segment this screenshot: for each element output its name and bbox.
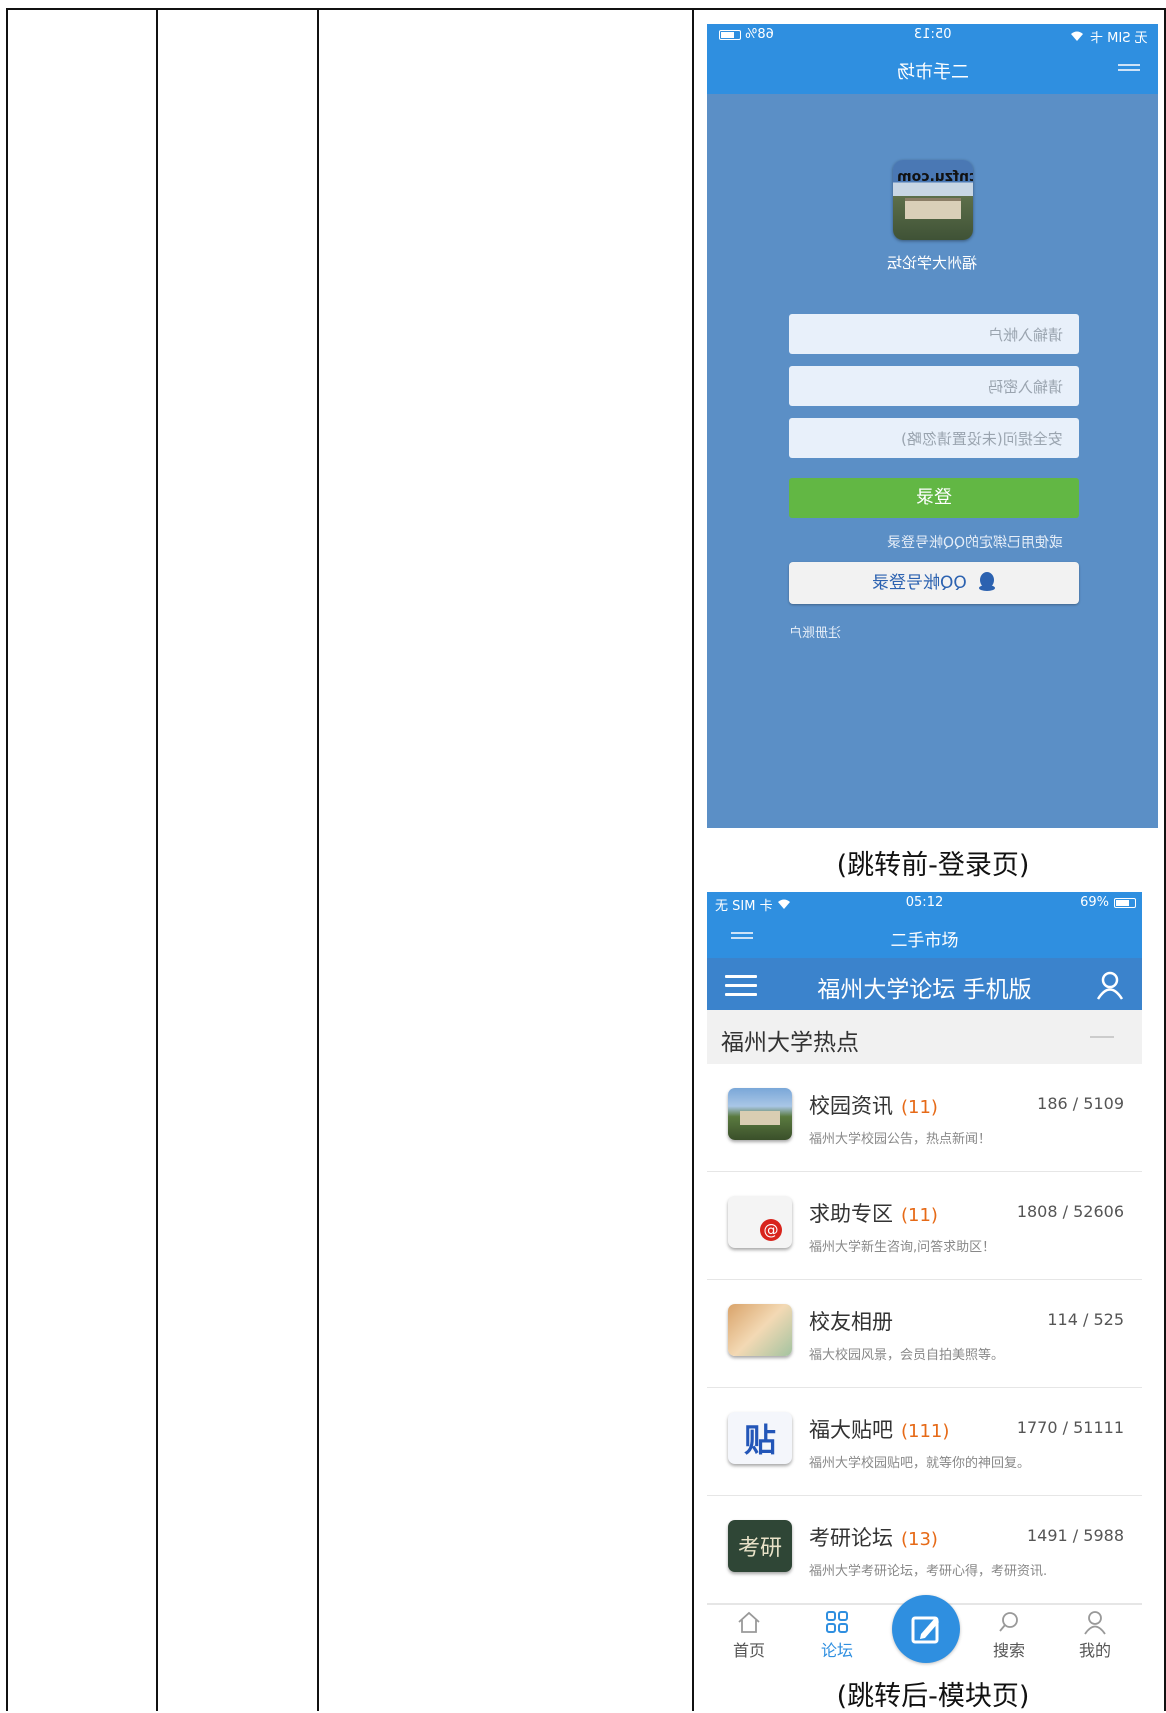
forum-stats: 114 / 525 bbox=[1047, 1310, 1124, 1329]
tieba-icon: 贴 bbox=[728, 1412, 792, 1464]
caption-before: (跳转前-登录页) bbox=[836, 850, 1030, 881]
forum-name: 校园资讯 bbox=[809, 1094, 893, 1118]
table-column-border bbox=[156, 10, 158, 1711]
forum-screenshot: 无 SIM 卡 05:12 69% 二手市场 福州大学论坛 手机版 福州大学热点… bbox=[707, 892, 1142, 1711]
battery-percent: 69% bbox=[1080, 895, 1109, 910]
caption-after: (跳转后-模块页) bbox=[836, 1681, 1030, 1712]
tab-home-label: 首页 bbox=[732, 1641, 765, 1660]
forum-name: 福大贴吧 bbox=[809, 1418, 893, 1442]
qq-hint-text: 或使用已绑定的QQ帐号登录 bbox=[886, 535, 1063, 551]
register-link[interactable]: 注册账户 bbox=[789, 622, 841, 641]
battery-icon bbox=[1114, 897, 1136, 908]
login-header: 二手市场 bbox=[707, 46, 1158, 94]
user-icon[interactable] bbox=[1096, 970, 1124, 1000]
qq-login-label: QQ帐号登录 bbox=[871, 573, 967, 593]
tab-home[interactable]: 首页 bbox=[719, 1609, 779, 1661]
security-placeholder: 安全提问(未设置请忽略) bbox=[901, 430, 1063, 448]
user-icon bbox=[1084, 1611, 1106, 1635]
username-input[interactable]: 请输入帐户 bbox=[789, 314, 1079, 354]
tab-forum[interactable]: 论坛 bbox=[807, 1609, 867, 1661]
forum-name: 校友相册 bbox=[809, 1310, 893, 1334]
qq-login-button[interactable]: QQ帐号登录 bbox=[789, 562, 1079, 604]
app-name: 福州大学论坛 bbox=[887, 254, 978, 272]
table-column-border bbox=[317, 10, 319, 1711]
login-button[interactable]: 登录 bbox=[789, 478, 1079, 518]
album-icon bbox=[728, 1304, 792, 1356]
status-bar: 无 SIM 卡 05:12 69% bbox=[707, 892, 1142, 914]
campus-news-icon bbox=[728, 1088, 792, 1140]
wifi-icon bbox=[1071, 31, 1084, 41]
login-button-label: 登录 bbox=[916, 487, 952, 508]
qq-penguin-icon bbox=[979, 572, 996, 591]
forum-item[interactable]: @ 求助专区 (11) 1808 / 52606 福州大学新生咨询,问答求助区！ bbox=[707, 1172, 1142, 1280]
table-top-border bbox=[6, 8, 1166, 10]
login-screenshot: 68% 05:13 无 SIM 卡 二手市场 福大 cnfzu.com 福州大学… bbox=[707, 24, 1158, 828]
forum-item[interactable]: 校园资讯 (11) 186 / 5109 福州大学校园公告，热点新闻！ bbox=[707, 1064, 1142, 1172]
nav-title: 福州大学论坛 手机版 bbox=[817, 977, 1032, 1003]
status-time: 05:13 bbox=[913, 27, 952, 42]
forum-stats: 1770 / 51111 bbox=[1016, 1418, 1124, 1437]
tab-me-label: 我的 bbox=[1078, 1641, 1111, 1660]
forum-description: 福大校园风景，会员自拍美照等。 bbox=[809, 1348, 1005, 1363]
help-icon: @ bbox=[728, 1196, 792, 1248]
tab-search-label: 搜索 bbox=[992, 1641, 1025, 1660]
status-bar: 68% 05:13 无 SIM 卡 bbox=[707, 24, 1158, 46]
forum-stats: 186 / 5109 bbox=[1037, 1094, 1124, 1113]
forum-description: 福州大学校园公告，热点新闻！ bbox=[809, 1132, 992, 1147]
menu-icon[interactable] bbox=[1118, 64, 1140, 76]
forum-item[interactable]: 考研 考研论坛 (13) 1491 / 5988 福州大学考研论坛，考研心得，考研… bbox=[707, 1496, 1142, 1604]
password-placeholder: 请输入密码 bbox=[987, 378, 1063, 396]
table-column-border bbox=[692, 10, 694, 1711]
password-input[interactable]: 请输入密码 bbox=[789, 366, 1079, 406]
section-header[interactable]: 福州大学热点 bbox=[707, 1010, 1142, 1064]
tab-me[interactable]: 我的 bbox=[1065, 1609, 1125, 1661]
search-icon bbox=[999, 1612, 1018, 1632]
forum-description: 福州大学新生咨询,问答求助区！ bbox=[809, 1240, 996, 1255]
forum-name: 考研论坛 bbox=[809, 1526, 893, 1550]
forum-description: 福州大学校园贴吧，就等你的神回复。 bbox=[809, 1456, 1031, 1471]
security-question-input[interactable]: 安全提问(未设置请忽略) bbox=[789, 418, 1079, 458]
forum-description: 福州大学考研论坛，考研心得，考研资讯. bbox=[809, 1564, 1048, 1579]
forum-stats: 1491 / 5988 bbox=[1027, 1526, 1124, 1545]
carrier-label: 无 SIM 卡 bbox=[1090, 31, 1148, 46]
edit-icon bbox=[911, 1616, 939, 1644]
forum-new-count: (11) bbox=[901, 1205, 938, 1226]
forum-new-count: (111) bbox=[901, 1421, 950, 1442]
forum-item[interactable]: 贴 福大贴吧 (111) 1770 / 51111 福州大学校园贴吧，就等你的神回… bbox=[707, 1388, 1142, 1496]
grid-icon bbox=[826, 1611, 848, 1633]
kaoyan-icon: 考研 bbox=[728, 1520, 792, 1572]
status-time: 05:12 bbox=[905, 895, 944, 910]
header-title: 二手市场 bbox=[896, 62, 969, 83]
tab-forum-label: 论坛 bbox=[820, 1641, 853, 1660]
forum-name: 求助专区 bbox=[809, 1202, 893, 1226]
section-title: 福州大学热点 bbox=[721, 1030, 859, 1056]
username-placeholder: 请输入帐户 bbox=[987, 326, 1063, 344]
nav-bar: 福州大学论坛 手机版 bbox=[707, 958, 1142, 1010]
home-icon bbox=[738, 1611, 760, 1633]
compose-button[interactable] bbox=[892, 1595, 960, 1663]
forum-item[interactable]: 校友相册 114 / 525 福大校园风景，会员自拍美照等。 bbox=[707, 1280, 1142, 1388]
forum-new-count: (11) bbox=[901, 1097, 938, 1118]
collapse-icon[interactable] bbox=[1090, 1036, 1114, 1038]
forum-logo: 福大 cnfzu.com bbox=[893, 160, 973, 240]
forum-stats: 1808 / 52606 bbox=[1016, 1202, 1124, 1221]
table-column-border bbox=[6, 10, 8, 1711]
logo-text: 福大 cnfzu.com bbox=[897, 169, 973, 185]
sub-header-title: 二手市场 bbox=[890, 931, 959, 951]
sub-header: 二手市场 bbox=[707, 914, 1142, 958]
forum-new-count: (13) bbox=[901, 1529, 938, 1550]
tab-search[interactable]: 搜索 bbox=[979, 1609, 1039, 1661]
